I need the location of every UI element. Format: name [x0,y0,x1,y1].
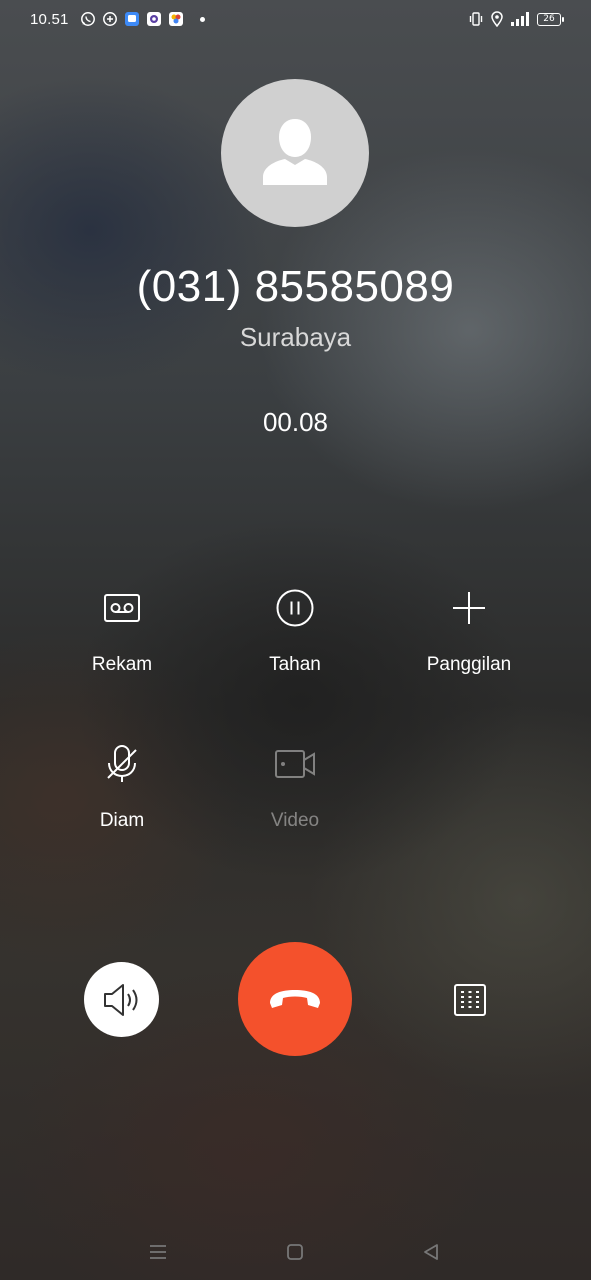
battery-icon: 26 [537,12,564,26]
speaker-icon [103,983,137,1016]
chat-icon [103,12,117,26]
add-call-label: Panggilan [426,654,512,675]
menu-icon [150,1245,166,1259]
location-icon [491,11,503,27]
signal-icon [511,12,529,26]
system-status: 26 [469,11,564,27]
video-button[interactable]: Video [215,740,375,832]
photos-app-icon [169,12,183,26]
contact-avatar [221,79,369,227]
home-nav-button[interactable] [283,1240,307,1264]
dialpad-icon [453,983,486,1016]
person-icon [263,119,327,185]
navigation-bar [0,1230,591,1274]
messages-app-icon [125,12,139,26]
mute-label: Diam [99,810,145,831]
end-call-button[interactable] [238,942,352,1056]
keypad-button[interactable] [432,962,507,1037]
hold-button[interactable]: Tahan [215,584,375,676]
pause-circle-icon [276,589,314,627]
caller-location: Surabaya [239,322,352,352]
voicemail-record-icon [104,594,140,622]
mic-off-icon [107,745,137,782]
caller-number: (031) 85585089 [136,262,455,311]
menu-nav-button[interactable] [146,1240,170,1264]
record-button[interactable]: Rekam [42,584,202,676]
plus-icon [453,592,485,624]
status-time: 10.51 [30,11,69,28]
record-label: Rekam [91,654,153,675]
call-duration: 00.08 [262,407,329,437]
vibrate-icon [469,12,483,26]
notification-icons [80,11,205,27]
video-camera-icon [275,750,315,778]
back-icon [424,1244,438,1260]
speaker-button[interactable] [84,962,159,1037]
mute-button[interactable]: Diam [42,740,202,832]
end-call-icon [270,990,320,1008]
video-label: Video [270,810,320,831]
more-notifications-dot [200,16,205,22]
camera-app-icon [147,12,161,26]
hold-label: Tahan [269,654,321,675]
whatsapp-icon [81,12,95,26]
status-bar: 10.51 26 [0,0,591,40]
back-nav-button[interactable] [419,1240,443,1264]
add-call-button[interactable]: Panggilan [389,584,549,676]
home-icon [287,1244,303,1260]
